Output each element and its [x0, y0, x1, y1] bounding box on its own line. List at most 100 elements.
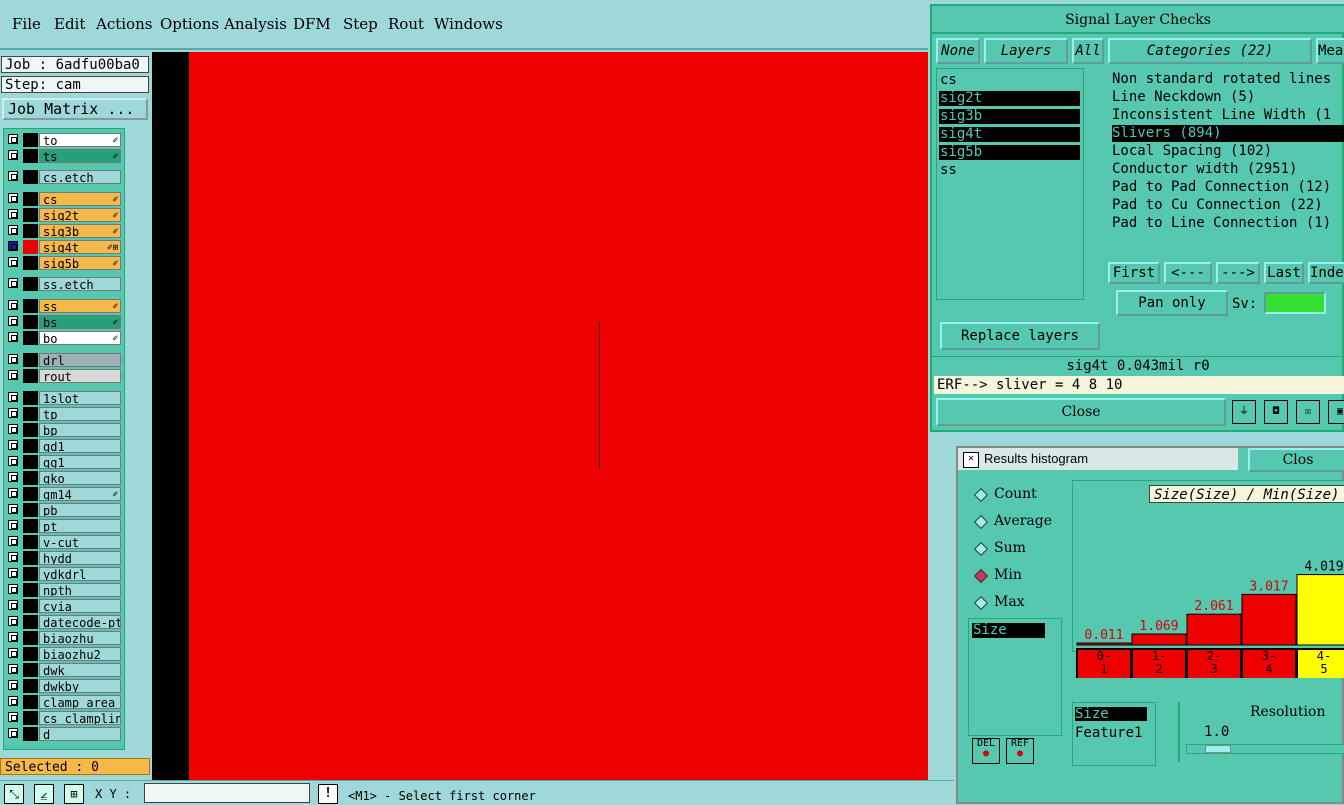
- layer-checkbox[interactable]: [8, 278, 18, 288]
- job-matrix-button[interactable]: Job Matrix ...: [2, 98, 148, 120]
- layer-row[interactable]: tp: [4, 407, 122, 421]
- layer-color-swatch[interactable]: [23, 170, 38, 184]
- layer-checkbox[interactable]: [8, 424, 18, 434]
- zoom-corner-icon[interactable]: ⤡: [4, 784, 24, 804]
- layer-color-swatch[interactable]: [23, 631, 38, 645]
- layer-name[interactable]: v-cut: [39, 535, 121, 549]
- layer-name[interactable]: rout: [39, 369, 121, 383]
- prev-button[interactable]: <---: [1164, 262, 1212, 284]
- categories-header[interactable]: Categories (22): [1108, 38, 1312, 64]
- histogram-bar[interactable]: [1241, 593, 1297, 646]
- layer-row[interactable]: bp: [4, 423, 122, 437]
- layer-checkbox[interactable]: [8, 600, 18, 610]
- sliver-feature[interactable]: [599, 322, 600, 468]
- layer-row[interactable]: d: [4, 727, 122, 741]
- layer-checkbox[interactable]: [8, 728, 18, 738]
- highlight-icon[interactable]: ◘: [1264, 400, 1288, 424]
- layer-checkbox[interactable]: [8, 241, 18, 251]
- layer-color-swatch[interactable]: [23, 695, 38, 709]
- histogram-bin-label[interactable]: 0- 1: [1078, 650, 1130, 678]
- layer-item[interactable]: cs: [939, 73, 1080, 88]
- layer-name[interactable]: gm14 ✐: [39, 487, 121, 501]
- layer-color-swatch[interactable]: [23, 240, 38, 254]
- layer-color-swatch[interactable]: [23, 439, 38, 453]
- layer-row[interactable]: npth: [4, 583, 122, 597]
- layer-color-swatch[interactable]: [23, 535, 38, 549]
- layer-row[interactable]: ss ✐: [4, 299, 122, 313]
- layer-color-swatch[interactable]: [23, 567, 38, 581]
- menu-rout[interactable]: Rout: [388, 15, 424, 33]
- layer-name[interactable]: pt: [39, 519, 121, 533]
- layer-row[interactable]: pt: [4, 519, 122, 533]
- filter-icon[interactable]: ⏚: [1232, 400, 1256, 424]
- layer-checkbox[interactable]: [8, 504, 18, 514]
- layer-color-swatch[interactable]: [23, 369, 38, 383]
- layer-item[interactable]: ss: [939, 163, 1080, 178]
- graphic-canvas[interactable]: [189, 52, 928, 780]
- layer-checkbox[interactable]: [8, 472, 18, 482]
- layer-row[interactable]: cs.etch: [4, 170, 122, 184]
- layer-color-swatch[interactable]: [23, 331, 38, 345]
- layer-checkbox[interactable]: [8, 134, 18, 144]
- layer-name[interactable]: sig2t ✐: [39, 208, 121, 222]
- layer-name[interactable]: ss ✐: [39, 299, 121, 313]
- max-radio[interactable]: Max: [970, 594, 1060, 614]
- close-button[interactable]: Close: [936, 398, 1226, 426]
- layer-name[interactable]: biaozhu: [39, 631, 121, 645]
- histogram-bin-label[interactable]: 3- 4: [1243, 650, 1295, 678]
- alert-icon[interactable]: !: [318, 784, 338, 804]
- histogram-bar[interactable]: [1076, 642, 1132, 646]
- layer-row[interactable]: hydd: [4, 551, 122, 565]
- layer-color-swatch[interactable]: [23, 471, 38, 485]
- first-button[interactable]: First: [1108, 262, 1160, 284]
- field-item[interactable]: Size: [1075, 707, 1147, 721]
- layer-checkbox[interactable]: [8, 632, 18, 642]
- field-item[interactable]: Feature1: [1075, 725, 1142, 741]
- layer-name[interactable]: gd1: [39, 439, 121, 453]
- menu-analysis[interactable]: Analysis: [224, 15, 287, 33]
- menu-file[interactable]: File: [12, 15, 41, 33]
- layer-color-swatch[interactable]: [23, 727, 38, 741]
- layer-checkbox[interactable]: [8, 354, 18, 364]
- layer-item[interactable]: sig5b: [939, 145, 1080, 160]
- layer-name[interactable]: hydd: [39, 551, 121, 565]
- sv-color-select[interactable]: [1264, 292, 1326, 314]
- ref-button[interactable]: REF ●: [1006, 738, 1034, 764]
- layer-color-swatch[interactable]: [23, 353, 38, 367]
- histogram-bin-label[interactable]: 4- 5: [1298, 650, 1344, 678]
- category-item[interactable]: Non standard rotated lines: [1112, 71, 1344, 88]
- layer-row[interactable]: gd1: [4, 439, 122, 453]
- histogram-bar[interactable]: [1131, 633, 1187, 646]
- layer-name[interactable]: bp: [39, 423, 121, 437]
- layer-color-swatch[interactable]: [23, 583, 38, 597]
- measure-header[interactable]: Meas: [1316, 38, 1344, 64]
- layer-color-swatch[interactable]: [23, 647, 38, 661]
- menu-options[interactable]: Options: [160, 15, 219, 33]
- layers-button[interactable]: Layers: [984, 38, 1068, 64]
- attribute-list[interactable]: Size: [968, 618, 1062, 736]
- layer-checkbox[interactable]: [8, 616, 18, 626]
- layer-name[interactable]: cs.etch: [39, 170, 121, 184]
- category-item[interactable]: Line Neckdown (5): [1112, 89, 1344, 106]
- layer-row[interactable]: ts ✐: [4, 149, 122, 163]
- all-button[interactable]: All: [1072, 38, 1104, 64]
- layer-checkbox[interactable]: [8, 171, 18, 181]
- layer-color-swatch[interactable]: [23, 679, 38, 693]
- next-button[interactable]: --->: [1216, 262, 1260, 284]
- average-radio[interactable]: Average: [970, 513, 1060, 533]
- count-radio[interactable]: Count: [970, 486, 1060, 506]
- layer-checkbox[interactable]: [8, 568, 18, 578]
- layer-row[interactable]: 1slot: [4, 391, 122, 405]
- category-item[interactable]: Local Spacing (102): [1112, 143, 1344, 160]
- layer-name[interactable]: cs ✐: [39, 192, 121, 206]
- layer-row[interactable]: v-cut: [4, 535, 122, 549]
- layer-checkbox[interactable]: [8, 696, 18, 706]
- close-button[interactable]: Clos: [1248, 448, 1344, 472]
- layer-color-swatch[interactable]: [23, 407, 38, 421]
- layer-row[interactable]: to ✐: [4, 133, 122, 147]
- slider-thumb[interactable]: [1205, 745, 1231, 753]
- category-list[interactable]: Non standard rotated lines Line Neckdown…: [1108, 68, 1344, 246]
- layer-color-swatch[interactable]: [23, 599, 38, 613]
- histogram-bin-label[interactable]: 1- 2: [1133, 650, 1185, 678]
- layer-checkbox[interactable]: [8, 316, 18, 326]
